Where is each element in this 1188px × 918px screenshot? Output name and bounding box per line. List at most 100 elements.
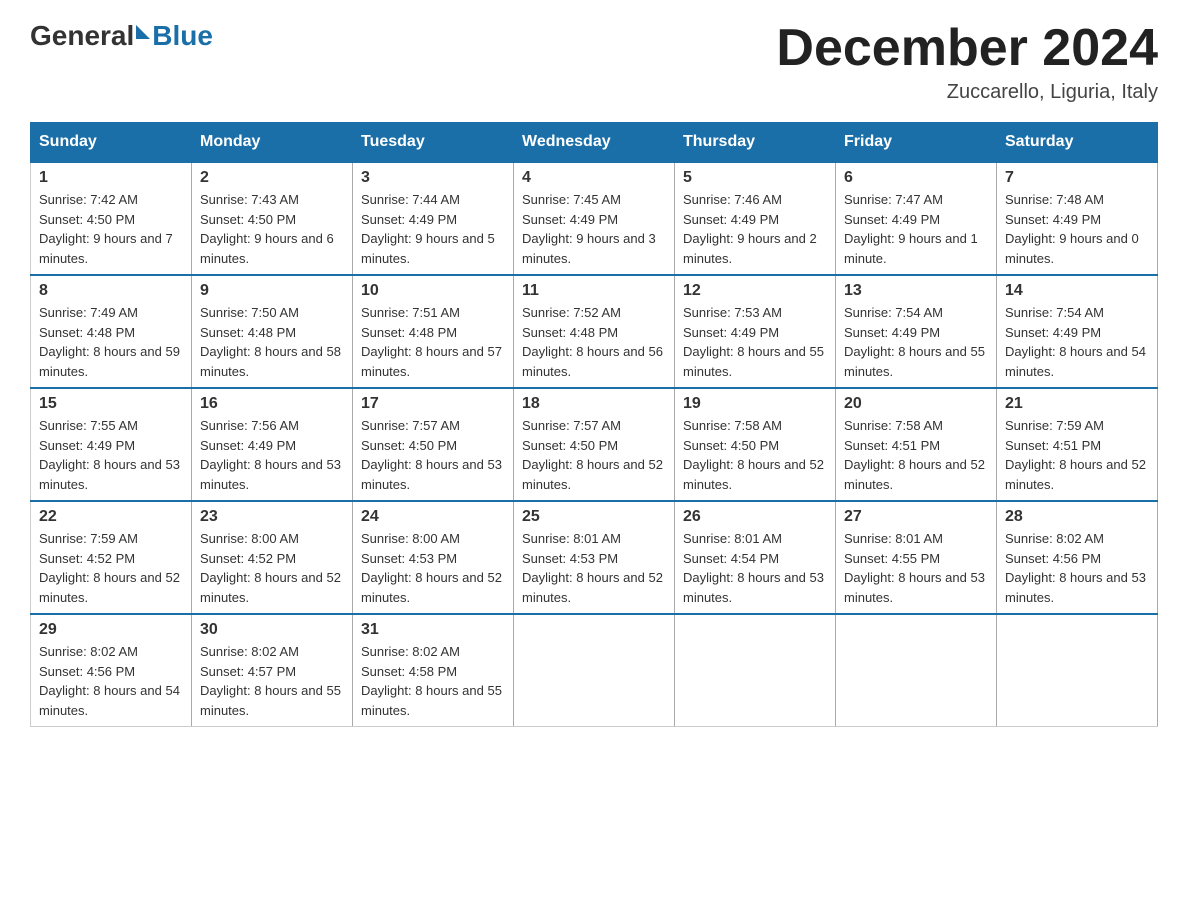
- calendar-cell: 15 Sunrise: 7:55 AMSunset: 4:49 PMDaylig…: [31, 388, 192, 501]
- col-header-monday: Monday: [192, 123, 353, 163]
- day-number: 1: [39, 169, 183, 187]
- calendar-cell: [675, 614, 836, 727]
- day-number: 28: [1005, 508, 1149, 526]
- day-info: Sunrise: 8:02 AMSunset: 4:58 PMDaylight:…: [361, 644, 502, 718]
- day-info: Sunrise: 7:53 AMSunset: 4:49 PMDaylight:…: [683, 305, 824, 379]
- day-number: 16: [200, 395, 344, 413]
- day-info: Sunrise: 7:59 AMSunset: 4:52 PMDaylight:…: [39, 531, 180, 605]
- calendar-week-row: 15 Sunrise: 7:55 AMSunset: 4:49 PMDaylig…: [31, 388, 1158, 501]
- day-number: 6: [844, 169, 988, 187]
- col-header-saturday: Saturday: [997, 123, 1158, 163]
- calendar-cell: 8 Sunrise: 7:49 AMSunset: 4:48 PMDayligh…: [31, 275, 192, 388]
- day-number: 30: [200, 621, 344, 639]
- day-number: 29: [39, 621, 183, 639]
- calendar-cell: [836, 614, 997, 727]
- calendar-cell: 13 Sunrise: 7:54 AMSunset: 4:49 PMDaylig…: [836, 275, 997, 388]
- day-number: 7: [1005, 169, 1149, 187]
- calendar-cell: 1 Sunrise: 7:42 AMSunset: 4:50 PMDayligh…: [31, 162, 192, 275]
- calendar-header-row: SundayMondayTuesdayWednesdayThursdayFrid…: [31, 123, 1158, 163]
- day-number: 21: [1005, 395, 1149, 413]
- day-number: 19: [683, 395, 827, 413]
- day-info: Sunrise: 7:51 AMSunset: 4:48 PMDaylight:…: [361, 305, 502, 379]
- calendar-week-row: 29 Sunrise: 8:02 AMSunset: 4:56 PMDaylig…: [31, 614, 1158, 727]
- calendar-cell: [514, 614, 675, 727]
- calendar-table: SundayMondayTuesdayWednesdayThursdayFrid…: [30, 122, 1158, 727]
- day-info: Sunrise: 8:02 AMSunset: 4:57 PMDaylight:…: [200, 644, 341, 718]
- calendar-week-row: 8 Sunrise: 7:49 AMSunset: 4:48 PMDayligh…: [31, 275, 1158, 388]
- calendar-cell: 5 Sunrise: 7:46 AMSunset: 4:49 PMDayligh…: [675, 162, 836, 275]
- day-info: Sunrise: 7:46 AMSunset: 4:49 PMDaylight:…: [683, 192, 817, 266]
- calendar-cell: 22 Sunrise: 7:59 AMSunset: 4:52 PMDaylig…: [31, 501, 192, 614]
- day-info: Sunrise: 8:01 AMSunset: 4:55 PMDaylight:…: [844, 531, 985, 605]
- calendar-cell: [997, 614, 1158, 727]
- day-info: Sunrise: 7:48 AMSunset: 4:49 PMDaylight:…: [1005, 192, 1139, 266]
- logo-triangle-icon: [136, 25, 150, 39]
- day-number: 13: [844, 282, 988, 300]
- day-info: Sunrise: 7:52 AMSunset: 4:48 PMDaylight:…: [522, 305, 663, 379]
- day-number: 18: [522, 395, 666, 413]
- calendar-cell: 16 Sunrise: 7:56 AMSunset: 4:49 PMDaylig…: [192, 388, 353, 501]
- day-info: Sunrise: 7:54 AMSunset: 4:49 PMDaylight:…: [844, 305, 985, 379]
- day-number: 3: [361, 169, 505, 187]
- day-number: 10: [361, 282, 505, 300]
- day-info: Sunrise: 8:01 AMSunset: 4:53 PMDaylight:…: [522, 531, 663, 605]
- day-info: Sunrise: 7:57 AMSunset: 4:50 PMDaylight:…: [361, 418, 502, 492]
- calendar-cell: 26 Sunrise: 8:01 AMSunset: 4:54 PMDaylig…: [675, 501, 836, 614]
- day-info: Sunrise: 7:58 AMSunset: 4:50 PMDaylight:…: [683, 418, 824, 492]
- calendar-cell: 20 Sunrise: 7:58 AMSunset: 4:51 PMDaylig…: [836, 388, 997, 501]
- calendar-cell: 3 Sunrise: 7:44 AMSunset: 4:49 PMDayligh…: [353, 162, 514, 275]
- calendar-cell: 31 Sunrise: 8:02 AMSunset: 4:58 PMDaylig…: [353, 614, 514, 727]
- day-number: 22: [39, 508, 183, 526]
- day-number: 9: [200, 282, 344, 300]
- col-header-wednesday: Wednesday: [514, 123, 675, 163]
- day-info: Sunrise: 8:02 AMSunset: 4:56 PMDaylight:…: [1005, 531, 1146, 605]
- calendar-cell: 23 Sunrise: 8:00 AMSunset: 4:52 PMDaylig…: [192, 501, 353, 614]
- day-number: 15: [39, 395, 183, 413]
- logo: General Blue: [30, 20, 213, 52]
- day-info: Sunrise: 7:58 AMSunset: 4:51 PMDaylight:…: [844, 418, 985, 492]
- day-number: 27: [844, 508, 988, 526]
- calendar-cell: 29 Sunrise: 8:02 AMSunset: 4:56 PMDaylig…: [31, 614, 192, 727]
- col-header-sunday: Sunday: [31, 123, 192, 163]
- title-section: December 2024 Zuccarello, Liguria, Italy: [776, 20, 1158, 104]
- calendar-week-row: 22 Sunrise: 7:59 AMSunset: 4:52 PMDaylig…: [31, 501, 1158, 614]
- day-number: 8: [39, 282, 183, 300]
- calendar-cell: 17 Sunrise: 7:57 AMSunset: 4:50 PMDaylig…: [353, 388, 514, 501]
- calendar-cell: 12 Sunrise: 7:53 AMSunset: 4:49 PMDaylig…: [675, 275, 836, 388]
- col-header-thursday: Thursday: [675, 123, 836, 163]
- day-info: Sunrise: 7:45 AMSunset: 4:49 PMDaylight:…: [522, 192, 656, 266]
- day-info: Sunrise: 8:00 AMSunset: 4:52 PMDaylight:…: [200, 531, 341, 605]
- month-title: December 2024: [776, 20, 1158, 77]
- calendar-week-row: 1 Sunrise: 7:42 AMSunset: 4:50 PMDayligh…: [31, 162, 1158, 275]
- calendar-cell: 4 Sunrise: 7:45 AMSunset: 4:49 PMDayligh…: [514, 162, 675, 275]
- calendar-cell: 19 Sunrise: 7:58 AMSunset: 4:50 PMDaylig…: [675, 388, 836, 501]
- day-info: Sunrise: 8:00 AMSunset: 4:53 PMDaylight:…: [361, 531, 502, 605]
- calendar-cell: 27 Sunrise: 8:01 AMSunset: 4:55 PMDaylig…: [836, 501, 997, 614]
- calendar-cell: 10 Sunrise: 7:51 AMSunset: 4:48 PMDaylig…: [353, 275, 514, 388]
- calendar-cell: 24 Sunrise: 8:00 AMSunset: 4:53 PMDaylig…: [353, 501, 514, 614]
- col-header-friday: Friday: [836, 123, 997, 163]
- day-number: 5: [683, 169, 827, 187]
- calendar-cell: 18 Sunrise: 7:57 AMSunset: 4:50 PMDaylig…: [514, 388, 675, 501]
- day-number: 4: [522, 169, 666, 187]
- calendar-cell: 14 Sunrise: 7:54 AMSunset: 4:49 PMDaylig…: [997, 275, 1158, 388]
- day-number: 12: [683, 282, 827, 300]
- day-number: 17: [361, 395, 505, 413]
- day-number: 24: [361, 508, 505, 526]
- day-number: 23: [200, 508, 344, 526]
- calendar-cell: 21 Sunrise: 7:59 AMSunset: 4:51 PMDaylig…: [997, 388, 1158, 501]
- calendar-cell: 28 Sunrise: 8:02 AMSunset: 4:56 PMDaylig…: [997, 501, 1158, 614]
- day-number: 2: [200, 169, 344, 187]
- day-number: 20: [844, 395, 988, 413]
- day-info: Sunrise: 7:55 AMSunset: 4:49 PMDaylight:…: [39, 418, 180, 492]
- day-info: Sunrise: 7:42 AMSunset: 4:50 PMDaylight:…: [39, 192, 173, 266]
- day-info: Sunrise: 7:54 AMSunset: 4:49 PMDaylight:…: [1005, 305, 1146, 379]
- calendar-cell: 9 Sunrise: 7:50 AMSunset: 4:48 PMDayligh…: [192, 275, 353, 388]
- day-number: 31: [361, 621, 505, 639]
- day-info: Sunrise: 7:56 AMSunset: 4:49 PMDaylight:…: [200, 418, 341, 492]
- day-info: Sunrise: 8:01 AMSunset: 4:54 PMDaylight:…: [683, 531, 824, 605]
- day-number: 25: [522, 508, 666, 526]
- day-info: Sunrise: 7:44 AMSunset: 4:49 PMDaylight:…: [361, 192, 495, 266]
- calendar-cell: 11 Sunrise: 7:52 AMSunset: 4:48 PMDaylig…: [514, 275, 675, 388]
- day-info: Sunrise: 7:57 AMSunset: 4:50 PMDaylight:…: [522, 418, 663, 492]
